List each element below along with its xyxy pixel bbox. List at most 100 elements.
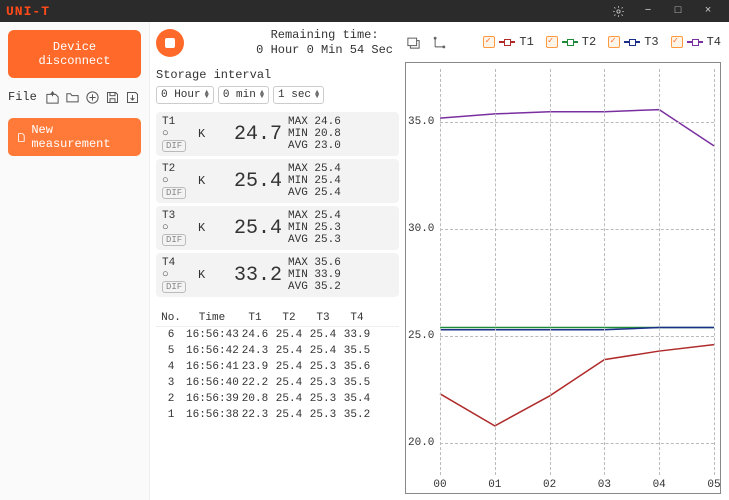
table-row: 416:56:4123.925.425.335.6 <box>156 359 399 375</box>
dif-badge[interactable]: DIF <box>162 140 186 152</box>
minimize-icon[interactable]: − <box>633 0 663 22</box>
y-tick-label: 20.0 <box>408 437 434 449</box>
stop-icon <box>165 38 175 48</box>
stop-record-button[interactable] <box>156 29 184 57</box>
folder-icon[interactable] <box>65 88 81 106</box>
x-gridline <box>550 69 551 475</box>
channel-min: MIN 20.8 <box>288 128 358 140</box>
x-gridline <box>714 69 715 475</box>
x-tick-label: 04 <box>653 479 666 491</box>
legend-item[interactable]: T2 <box>546 35 596 49</box>
series-T4 <box>440 110 714 146</box>
titlebar: UNI-T − □ × <box>0 0 729 22</box>
y-gridline <box>440 122 714 123</box>
channel-name: T3 <box>162 210 198 222</box>
channel-name: T4 <box>162 257 198 269</box>
dif-badge[interactable]: DIF <box>162 187 186 199</box>
document-icon <box>16 132 26 143</box>
legend-item[interactable]: T4 <box>671 35 721 49</box>
table-row: 116:56:3822.325.425.335.2 <box>156 407 399 423</box>
tab-label: New measurement <box>31 123 133 151</box>
chart-panel: T1T2T3T4 20.025.030.035.0000102030405 <box>405 22 729 500</box>
import-icon[interactable] <box>45 88 61 106</box>
table-row: 216:56:3920.825.425.335.4 <box>156 391 399 407</box>
table-row: 616:56:4324.625.425.433.9 <box>156 327 399 343</box>
gear-icon[interactable] <box>603 0 633 22</box>
channel-card: T3○DIFK25.4MAX 25.4MIN 25.3AVG 25.3 <box>156 206 399 250</box>
channel-card: T2○DIFK25.4MAX 25.4MIN 25.4AVG 25.4 <box>156 159 399 203</box>
sec-spinner[interactable]: 1 sec▲▼ <box>273 86 324 104</box>
series-T1 <box>440 345 714 426</box>
visibility-icon[interactable]: ○ <box>162 128 169 140</box>
tab-new-measurement[interactable]: New measurement <box>8 118 141 156</box>
dif-badge[interactable]: DIF <box>162 281 186 293</box>
legend-line-icon <box>624 41 640 43</box>
line-chart[interactable]: 20.025.030.035.0000102030405 <box>405 62 721 494</box>
close-icon[interactable]: × <box>693 0 723 22</box>
storage-interval-row: 0 Hour▲▼ 0 min▲▼ 1 sec▲▼ <box>156 86 399 104</box>
channel-avg: AVG 25.3 <box>288 234 358 246</box>
export-image-icon[interactable] <box>405 34 421 50</box>
channel-avg: AVG 25.4 <box>288 187 358 199</box>
maximize-icon[interactable]: □ <box>663 0 693 22</box>
channel-min: MIN 33.9 <box>288 269 358 281</box>
legend-item[interactable]: T1 <box>483 35 533 49</box>
brand-logo: UNI-T <box>6 4 50 19</box>
min-spinner[interactable]: 0 min▲▼ <box>218 86 269 104</box>
remaining-time: Remaining time: 0 Hour 0 Min 54 Sec <box>256 28 399 58</box>
channel-unit: K <box>198 221 218 235</box>
legend-line-icon <box>562 41 578 43</box>
legend-checkbox[interactable] <box>483 36 495 48</box>
legend-checkbox[interactable] <box>671 36 683 48</box>
y-tick-label: 35.0 <box>408 116 434 128</box>
channel-avg: AVG 23.0 <box>288 140 358 152</box>
channel-cards: T1○DIFK24.7MAX 24.6MIN 20.8AVG 23.0T2○DI… <box>156 112 399 300</box>
channel-min: MIN 25.4 <box>288 175 358 187</box>
add-icon[interactable] <box>85 88 101 106</box>
x-gridline <box>659 69 660 475</box>
legend-line-icon <box>687 41 703 43</box>
export-icon[interactable] <box>125 88 141 106</box>
channel-value: 25.4 <box>218 217 288 240</box>
x-tick-label: 05 <box>707 479 720 491</box>
x-tick-label: 01 <box>488 479 501 491</box>
visibility-icon[interactable]: ○ <box>162 175 169 187</box>
x-gridline <box>604 69 605 475</box>
device-disconnect-button[interactable]: Device disconnect <box>8 30 141 78</box>
table-header: No.TimeT1T2T3T4 <box>156 310 399 327</box>
storage-interval-label: Storage interval <box>156 68 399 82</box>
legend-checkbox[interactable] <box>546 36 558 48</box>
channel-name: T1 <box>162 116 198 128</box>
save-icon[interactable] <box>105 88 121 106</box>
channel-unit: K <box>198 127 218 141</box>
sidebar: Device disconnect File New measurement <box>0 22 150 500</box>
channel-max: MAX 25.4 <box>288 163 358 175</box>
y-gridline <box>440 443 714 444</box>
channel-value: 24.7 <box>218 123 288 146</box>
channel-card: T4○DIFK33.2MAX 35.6MIN 33.9AVG 35.2 <box>156 253 399 297</box>
channel-value: 25.4 <box>218 170 288 193</box>
data-panel: Remaining time: 0 Hour 0 Min 54 Sec Stor… <box>150 22 405 500</box>
channel-name: T2 <box>162 163 198 175</box>
table-row: 516:56:4224.325.425.435.5 <box>156 343 399 359</box>
channel-card: T1○DIFK24.7MAX 24.6MIN 20.8AVG 23.0 <box>156 112 399 156</box>
axis-settings-icon[interactable] <box>431 34 447 50</box>
y-tick-label: 30.0 <box>408 223 434 235</box>
x-tick-label: 03 <box>598 479 611 491</box>
file-row: File <box>8 84 141 112</box>
visibility-icon[interactable]: ○ <box>162 269 169 281</box>
legend-item[interactable]: T3 <box>608 35 658 49</box>
legend-line-icon <box>499 41 515 43</box>
hour-spinner[interactable]: 0 Hour▲▼ <box>156 86 214 104</box>
channel-max: MAX 35.6 <box>288 257 358 269</box>
channel-min: MIN 25.3 <box>288 222 358 234</box>
x-gridline <box>495 69 496 475</box>
visibility-icon[interactable]: ○ <box>162 222 169 234</box>
window-controls: − □ × <box>603 0 723 22</box>
y-gridline <box>440 229 714 230</box>
file-label: File <box>8 90 37 104</box>
chart-toolbar: T1 T2 T3 T4 <box>405 28 721 56</box>
dif-badge[interactable]: DIF <box>162 234 186 246</box>
data-table: No.TimeT1T2T3T4 616:56:4324.625.425.433.… <box>156 310 399 423</box>
legend-checkbox[interactable] <box>608 36 620 48</box>
